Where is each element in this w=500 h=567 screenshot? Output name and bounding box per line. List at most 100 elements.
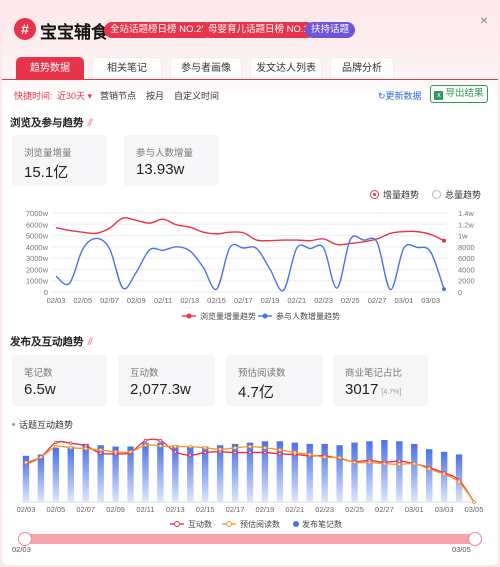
tab-creator-list[interactable]: 发文达人列表: [250, 57, 322, 79]
series-point: [24, 460, 28, 465]
x-axis-tick: 02/03: [47, 296, 66, 305]
tab-related-notes[interactable]: 相关笔记: [92, 57, 162, 79]
legend-label: 预估阅读数: [240, 519, 280, 529]
series-point: [442, 472, 446, 476]
note-count-bar: [396, 441, 403, 502]
series-point: [263, 446, 267, 450]
series-point: [248, 450, 252, 455]
note-count-bar: [67, 446, 74, 502]
slash-decoration-icon: //: [87, 117, 93, 129]
tab-underline: [2, 79, 498, 80]
note-count-bar: [411, 443, 418, 502]
radio-icon: [432, 190, 441, 199]
x-axis-tick: 02/25: [341, 296, 360, 305]
slider-start-handle[interactable]: [18, 532, 32, 546]
legend-label: 浏览量增量趋势: [200, 311, 256, 321]
slider-end-handle[interactable]: [468, 532, 482, 546]
series-point: [54, 440, 58, 445]
section-title: 浏览及参与趋势: [10, 117, 84, 129]
export-button[interactable]: x 导出结果: [430, 85, 488, 103]
refresh-button[interactable]: ↻更新数据: [378, 89, 422, 102]
excel-icon: x: [434, 91, 444, 100]
series-point: [263, 450, 267, 455]
note-count-bar: [172, 445, 179, 502]
series-point: [143, 443, 148, 447]
right-axis-tick: 6000: [458, 254, 475, 263]
series-end-point: [442, 238, 446, 243]
browse-trend-chart: 01000w2000w3000w4000w5000w6000w7000w0200…: [26, 209, 475, 321]
series-point: [113, 450, 118, 454]
note-count-bar: [336, 445, 343, 502]
series-end-point: [442, 287, 446, 292]
option-marketing-node[interactable]: 营销节点: [100, 89, 136, 102]
series-point: [173, 450, 178, 454]
right-axis-tick: 1.2w: [458, 220, 474, 229]
x-axis-tick: 02/07: [100, 296, 119, 305]
series-point: [382, 462, 387, 466]
tab-trend-data[interactable]: 趋势数据: [16, 57, 84, 79]
note-count-bar: [381, 439, 388, 502]
legend-label: 互动数: [188, 519, 212, 529]
series-point: [412, 462, 416, 466]
stat-label: 商业笔记占比: [345, 368, 403, 379]
stat-value: 6.5w: [24, 381, 56, 398]
right-axis-tick: 8000: [458, 243, 475, 252]
legend-marker: [186, 313, 192, 319]
date-range-slider[interactable]: [18, 532, 482, 546]
series-point: [278, 452, 282, 456]
section-publish-interaction: 发布及互动趋势//: [10, 334, 93, 349]
x-axis-tick: 02/09: [106, 505, 125, 514]
option-custom-time[interactable]: 自定义时间: [174, 89, 219, 102]
stat-value: 2,077.3w: [130, 381, 191, 398]
close-icon[interactable]: ×: [480, 12, 488, 28]
toggle-total[interactable]: 总量趋势: [432, 188, 481, 201]
series-point: [188, 453, 192, 457]
series-point: [69, 441, 73, 445]
slash-decoration-icon: //: [87, 336, 93, 348]
stat-label: 笔记数: [24, 368, 53, 379]
x-axis-tick: 02/17: [234, 296, 253, 305]
series-point: [278, 448, 282, 452]
x-axis-tick: 02/07: [76, 505, 95, 514]
x-axis-tick: 02/27: [368, 296, 387, 305]
series-point: [84, 444, 88, 448]
left-axis-tick: 5000w: [26, 232, 49, 241]
note-count-bar: [440, 451, 448, 502]
section-browse-participation: 浏览及参与趋势//: [10, 115, 93, 130]
note-count-bar: [321, 443, 328, 502]
tab-participant-profile[interactable]: 参与者画像: [170, 57, 242, 79]
option-monthly[interactable]: 按月: [146, 89, 164, 102]
note-count-bar: [37, 454, 45, 502]
stat-label: 参与人数增量: [136, 148, 194, 159]
series-point: [158, 444, 163, 448]
stat-value: 15.1亿: [24, 164, 69, 181]
stat-card-notes: 笔记数 6.5w: [12, 355, 107, 406]
x-axis-tick: 02/13: [180, 296, 199, 305]
slider-start-date: 02/03: [12, 545, 31, 554]
tab-brand-analysis[interactable]: 品牌分析: [330, 57, 394, 79]
series-point: [218, 450, 222, 454]
series-point: [143, 438, 148, 443]
stat-card-participants: 参与人数增量 13.93w: [124, 135, 219, 186]
range-dropdown[interactable]: 近30天 ▾: [57, 89, 92, 102]
section-title: 发布及互动趋势: [10, 336, 84, 348]
x-axis-tick: 02/23: [314, 296, 333, 305]
stat-label: 互动数: [130, 368, 159, 379]
right-axis-tick: 1w: [458, 232, 468, 241]
x-axis-tick: 03/05: [465, 505, 484, 514]
x-axis-tick: 02/17: [226, 505, 245, 514]
series-point: [128, 450, 133, 454]
series-point: [397, 462, 402, 467]
quick-time-label: 快捷时间:: [14, 91, 53, 101]
series-point: [218, 447, 222, 451]
x-axis-tick: 02/09: [127, 296, 146, 305]
x-axis-tick: 02/21: [285, 505, 304, 514]
series-point: [203, 446, 207, 450]
series-line: [55, 217, 445, 246]
series-point: [248, 444, 252, 449]
note-count-bar: [157, 442, 164, 502]
toggle-incremental[interactable]: 增量趋势: [370, 188, 419, 201]
left-axis-tick: 2000w: [26, 265, 49, 274]
series-point: [69, 446, 73, 450]
x-axis-tick: 02/15: [196, 505, 215, 514]
